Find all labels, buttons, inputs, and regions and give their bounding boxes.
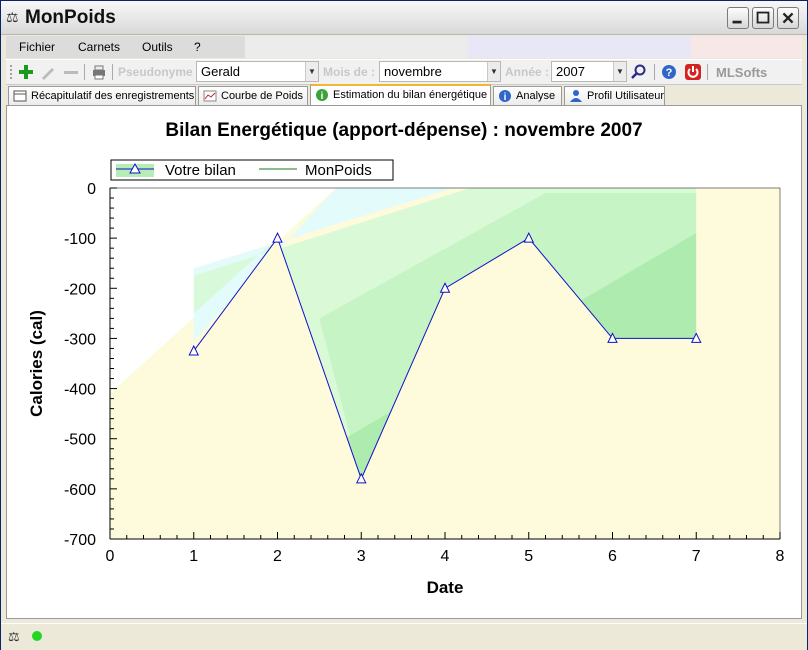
table-icon (13, 90, 27, 102)
y-tick-label: -400 (64, 382, 96, 399)
tab-bar: Récapitulatif des enregistrements Courbe… (6, 84, 802, 105)
maximize-icon (756, 11, 770, 24)
toolbar-separator (84, 64, 85, 80)
tab-estimation-bilan[interactable]: i Estimation du bilan énergétique (310, 84, 491, 105)
y-tick-label: -500 (64, 432, 96, 449)
pseudonyme-label: Pseudonyme (118, 65, 193, 79)
remove-icon[interactable] (62, 63, 80, 81)
menu-bar: Fichier Carnets Outils ? (6, 36, 802, 58)
toolbar-grip-icon (10, 65, 12, 79)
x-tick-label: 6 (608, 548, 617, 565)
search-icon[interactable] (630, 63, 648, 81)
menu-carnets[interactable]: Carnets (78, 40, 120, 54)
tab-label: Récapitulatif des enregistrements (31, 90, 195, 102)
scale-icon: ⚖ (8, 629, 20, 644)
y-tick-label: -600 (64, 482, 96, 499)
tab-label: Courbe de Poids (221, 90, 303, 102)
x-axis-title: Date (427, 578, 464, 597)
legend-label-monpoids: MonPoids (305, 162, 372, 179)
energy-balance-chart: 0 1 2 3 4 5 6 7 8 0 -100 -200 -300 -400 -500 -600 -700 Da… (27, 159, 785, 597)
x-tick-label: 5 (524, 548, 533, 565)
x-tick-label: 0 (106, 548, 115, 565)
tab-analyse[interactable]: i Analyse (493, 86, 562, 105)
user-icon (570, 90, 582, 102)
y-tick-label: -300 (64, 331, 96, 348)
x-tick-label: 7 (692, 548, 701, 565)
tab-label: Estimation du bilan énergétique (333, 89, 488, 101)
svg-text:i: i (504, 92, 507, 103)
mois-value: novembre (384, 64, 442, 79)
energy-icon: i (316, 89, 328, 102)
x-tick-label: 3 (357, 548, 366, 565)
minimize-icon (732, 20, 742, 24)
zone-yellow-right (696, 188, 780, 539)
y-tick-label: 0 (87, 181, 96, 198)
y-tick-label: -200 (64, 281, 96, 298)
mois-label: Mois de : (323, 65, 376, 79)
x-tick-label: 4 (441, 548, 450, 565)
title-bar: ⚖ MonPoids (1, 1, 807, 35)
annee-value: 2007 (556, 64, 585, 79)
y-tick-label: -100 (64, 231, 96, 248)
add-icon[interactable] (17, 63, 35, 81)
tab-recapitulatif[interactable]: Récapitulatif des enregistrements (8, 86, 196, 105)
y-axis-title: Calories (cal) (27, 310, 46, 417)
chart-panel: Bilan Energétique (apport-dépense) : nov… (6, 105, 802, 619)
toolbar-separator (707, 64, 708, 80)
x-tick-label: 8 (776, 548, 785, 565)
window-title: MonPoids (25, 7, 116, 28)
chevron-down-icon[interactable]: ▼ (487, 62, 500, 81)
power-icon[interactable] (684, 63, 702, 81)
help-icon[interactable]: ? (660, 63, 678, 81)
edit-icon[interactable] (39, 63, 57, 81)
annee-label: Année : (505, 65, 550, 79)
close-button[interactable] (777, 7, 799, 29)
maximize-button[interactable] (752, 7, 774, 29)
x-tick-label: 2 (273, 548, 282, 565)
menu-outils[interactable]: Outils (142, 40, 173, 54)
chevron-down-icon[interactable]: ▼ (613, 62, 626, 81)
annee-select[interactable]: 2007 ▼ (551, 61, 627, 82)
tab-label: Profil Utilisateur (587, 90, 665, 102)
scale-icon: ⚖ (6, 9, 19, 25)
legend-label-bilan: Votre bilan (165, 162, 236, 179)
toolbar: Pseudonyme Gerald ▼ Mois de : novembre ▼… (6, 59, 802, 85)
status-bar: ⚖ (1, 623, 807, 650)
status-indicator (32, 631, 42, 641)
svg-text:i: i (321, 91, 324, 102)
toolbar-separator (654, 64, 655, 80)
main-window: ⚖ MonPoids Fichier Carnets Outils ? Pseu… (0, 0, 808, 650)
menu-help[interactable]: ? (194, 40, 201, 54)
tab-profil-utilisateur[interactable]: Profil Utilisateur (564, 86, 665, 105)
chart-legend: Votre bilan MonPoids (110, 159, 394, 181)
menu-fichier[interactable]: Fichier (19, 40, 55, 54)
minimize-button[interactable] (727, 7, 749, 29)
close-icon (782, 12, 794, 24)
print-icon[interactable] (90, 63, 108, 81)
chevron-down-icon[interactable]: ▼ (305, 62, 318, 81)
brand-label: MLSofts (716, 65, 768, 80)
curve-icon (203, 90, 217, 102)
y-tick-label: -700 (64, 532, 96, 549)
tab-label: Analyse (516, 90, 556, 102)
tab-courbe-de-poids[interactable]: Courbe de Poids (198, 86, 308, 105)
pseudonyme-value: Gerald (201, 64, 241, 79)
pseudonyme-select[interactable]: Gerald ▼ (196, 61, 319, 82)
x-tick-label: 1 (189, 548, 198, 565)
background-zones (110, 188, 780, 539)
mois-select[interactable]: novembre ▼ (379, 61, 501, 82)
info-icon: i (499, 90, 511, 103)
svg-text:?: ? (666, 67, 673, 79)
toolbar-separator (112, 64, 113, 80)
